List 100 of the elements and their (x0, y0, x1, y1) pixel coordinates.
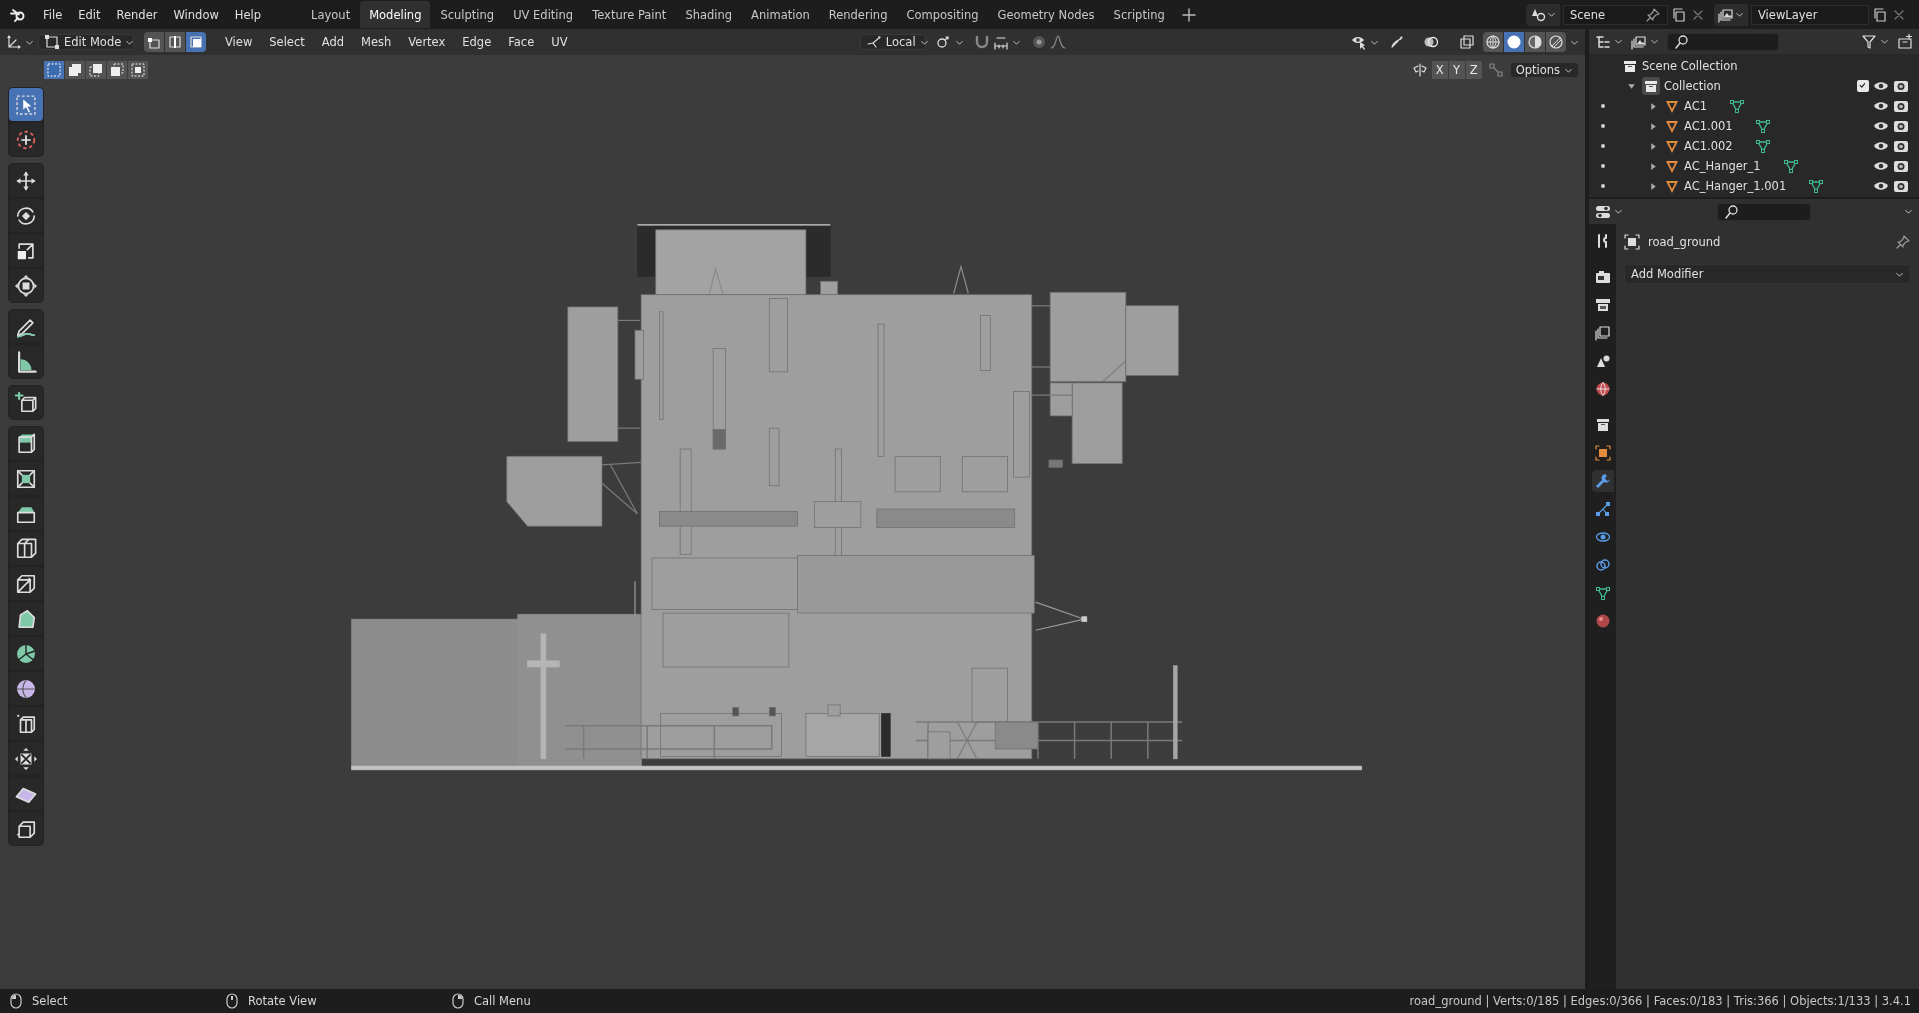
workspace-tab[interactable]: Sculpting (431, 1, 504, 28)
box-mode-button[interactable] (44, 61, 64, 79)
header-menu[interactable]: UV (544, 32, 575, 52)
menu-item[interactable]: File (36, 3, 70, 26)
tool-button[interactable] (9, 386, 43, 419)
dot-icon[interactable] (1601, 124, 1605, 128)
copy-icon[interactable] (1872, 6, 1888, 23)
tool-button[interactable] (9, 707, 43, 740)
tool-button[interactable] (9, 567, 43, 600)
view-layer-type-button[interactable] (1714, 3, 1748, 26)
options-dropdown[interactable]: Options (1509, 62, 1579, 78)
falloff-curve-icon[interactable] (1049, 34, 1066, 50)
tool-button[interactable] (9, 637, 43, 670)
select-mode-button[interactable] (144, 32, 164, 52)
toggle-switches-icon[interactable] (1595, 203, 1611, 220)
dot-icon[interactable] (1601, 104, 1605, 108)
workspace-tab[interactable]: Scripting (1104, 1, 1174, 28)
scene-field[interactable]: Scene (1563, 4, 1668, 25)
tool-button[interactable] (9, 532, 43, 565)
auto-merge-icon[interactable] (1487, 62, 1504, 78)
menu-item[interactable]: Window (166, 3, 226, 26)
search-field[interactable] (1667, 32, 1779, 51)
selectable-eye-icon[interactable] (1351, 34, 1367, 50)
tool-button[interactable] (9, 123, 43, 156)
plus-icon[interactable] (1180, 6, 1197, 23)
tool-button[interactable] (9, 427, 43, 460)
workspace-tab[interactable]: Layout (302, 1, 360, 28)
shading-button[interactable] (1546, 32, 1566, 52)
box-mode-button[interactable] (128, 61, 148, 79)
camera-icon[interactable] (1893, 98, 1909, 114)
copy-icon[interactable] (1671, 6, 1687, 23)
pin-icon[interactable] (1895, 234, 1911, 250)
header-menu[interactable]: Select (262, 32, 312, 52)
expand-arrow-icon[interactable] (1649, 121, 1658, 131)
new-collection-icon[interactable] (1897, 33, 1913, 50)
xray-icon[interactable] (1459, 34, 1475, 50)
box-mode-button[interactable] (65, 61, 85, 79)
header-menu[interactable]: Add (314, 32, 352, 52)
orientation-dropdown[interactable]: Local (859, 34, 926, 50)
camera-icon[interactable] (1893, 178, 1909, 194)
tool-button[interactable] (9, 497, 43, 530)
mirror-butterfly-icon[interactable] (1411, 62, 1428, 78)
workspace-tab[interactable]: Texture Paint (583, 1, 676, 28)
tool-button[interactable] (9, 777, 43, 810)
search-field[interactable] (1716, 202, 1811, 221)
tool-button[interactable] (9, 462, 43, 495)
expand-arrow-icon[interactable] (1649, 181, 1658, 191)
header-menu[interactable]: Mesh (354, 32, 399, 52)
expand-arrow-icon[interactable] (1649, 161, 1658, 171)
menu-item[interactable]: Help (227, 3, 269, 26)
tree-item[interactable]: Collection (1664, 79, 1721, 93)
proportional-icon[interactable] (1030, 34, 1047, 50)
tool-button[interactable] (9, 199, 43, 232)
workspace-tab[interactable]: Modeling (360, 1, 431, 28)
camera-icon[interactable] (1893, 118, 1909, 134)
workspace-tab[interactable]: Geometry Nodes (988, 1, 1104, 28)
workspace-tab[interactable]: UV Editing (504, 1, 583, 28)
shading-button[interactable] (1483, 32, 1503, 52)
view-layer-field[interactable]: ViewLayer (1751, 4, 1869, 25)
menu-item[interactable]: Edit (71, 3, 108, 26)
tree-item[interactable]: AC1 (1684, 99, 1707, 113)
workspace-tab[interactable]: Rendering (819, 1, 897, 28)
tool-button[interactable] (9, 672, 43, 705)
tree-item[interactable]: Scene Collection (1642, 59, 1738, 73)
tool-button[interactable] (9, 345, 43, 378)
dot-icon[interactable] (1601, 184, 1605, 188)
dot-icon[interactable] (1601, 164, 1605, 168)
blender-logo-icon[interactable] (10, 6, 26, 23)
tool-button[interactable] (9, 269, 43, 302)
axes-icon[interactable] (6, 34, 22, 50)
header-menu[interactable]: View (218, 32, 260, 52)
camera-icon[interactable] (1893, 138, 1909, 154)
chevron-down-icon[interactable] (1904, 207, 1913, 216)
overlay-circles-icon[interactable] (1423, 34, 1439, 50)
expand-arrow-icon[interactable] (1649, 101, 1658, 111)
tree-item[interactable]: AC1.002 (1684, 139, 1733, 153)
header-menu[interactable]: Edge (455, 32, 499, 52)
checkbox[interactable] (1857, 80, 1869, 92)
image-stack-icon[interactable] (1631, 33, 1647, 50)
box-mode-button[interactable] (86, 61, 106, 79)
axis-toggle[interactable]: Y (1448, 61, 1465, 79)
axis-toggle[interactable]: X (1431, 61, 1448, 79)
magnet-icon[interactable] (973, 34, 990, 50)
workspace-tab[interactable]: Compositing (897, 1, 988, 28)
scene-type-button[interactable] (1526, 3, 1560, 26)
mode-dropdown[interactable]: Edit Mode (38, 34, 134, 50)
tool-button[interactable] (9, 234, 43, 267)
header-menu[interactable]: Face (501, 32, 542, 52)
header-menu[interactable]: Vertex (401, 32, 453, 52)
camera-icon[interactable] (1893, 158, 1909, 174)
select-mode-button[interactable] (186, 32, 206, 52)
shading-button[interactable] (1525, 32, 1545, 52)
tool-button[interactable] (9, 310, 43, 343)
gizmo-arrows-icon[interactable] (1389, 34, 1405, 50)
box-mode-button[interactable] (107, 61, 127, 79)
menu-item[interactable]: Render (109, 3, 165, 26)
tree-view-icon[interactable] (1595, 33, 1611, 50)
pin-icon[interactable] (1645, 6, 1661, 23)
tool-button[interactable] (9, 164, 43, 197)
tool-button[interactable] (9, 602, 43, 635)
